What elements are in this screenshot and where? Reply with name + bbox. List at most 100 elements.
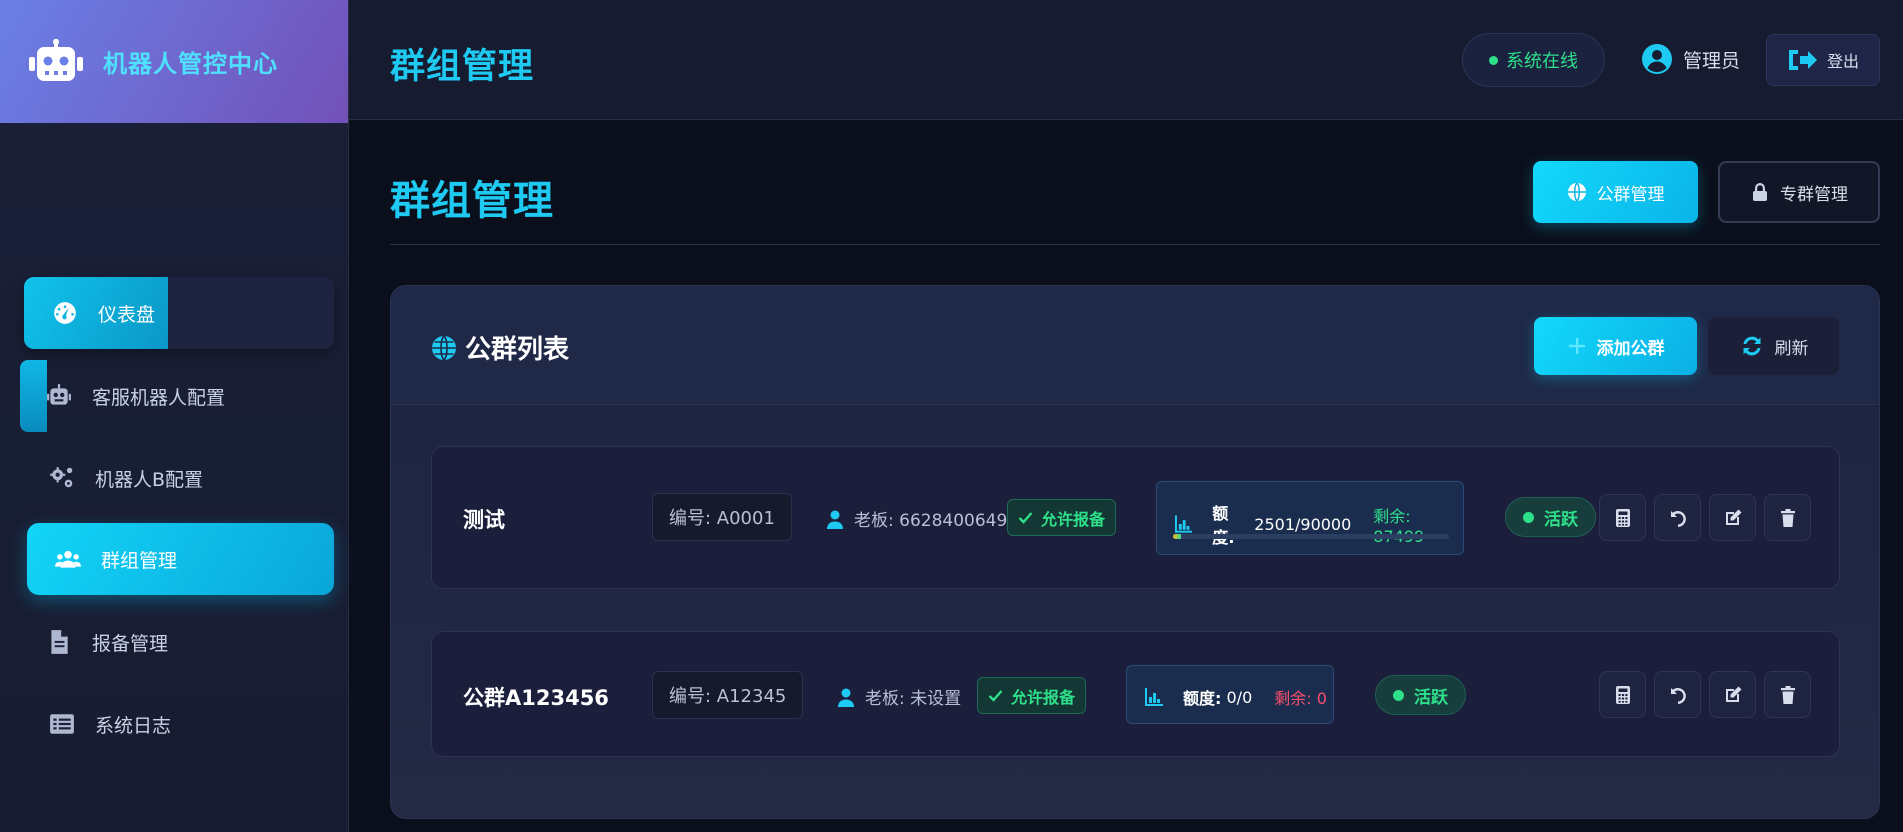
robot-icon — [45, 382, 73, 410]
sign-out-icon — [1788, 50, 1817, 70]
edit-icon — [1725, 686, 1741, 702]
list-icon — [48, 710, 76, 738]
lock-icon — [1753, 183, 1767, 201]
topbar-title: 群组管理 — [390, 47, 535, 87]
card-title: 公群列表 — [431, 329, 569, 366]
sidebar-item-label: 仪表盘 — [98, 303, 156, 326]
sidebar-item-logs[interactable]: 系统日志 — [48, 706, 171, 742]
group-name: 公群A123456 — [463, 686, 609, 710]
calculator-icon — [1615, 685, 1630, 704]
group-boss: 老板: 未设置 — [837, 684, 961, 709]
status-badge-text: 活跃 — [1544, 509, 1578, 530]
sidebar: 机器人管控中心 仪表盘 客服机器人配置 机器人B配置 群组管理 报备管理 系统日… — [0, 0, 349, 832]
sidebar-item-robot-b[interactable]: 机器人B配置 — [48, 460, 203, 496]
card-header: 公群列表 添加公群 刷新 — [391, 286, 1879, 405]
edit-icon — [1725, 509, 1741, 525]
group-code: 编号: A12345 — [652, 671, 804, 719]
logout-button[interactable]: 登出 — [1766, 34, 1880, 86]
quota-label: 额度: — [1183, 689, 1222, 708]
quota-box: 额度: 0/0 剩余: 0 — [1126, 665, 1334, 724]
plus-icon — [1568, 338, 1585, 354]
check-icon — [988, 690, 1003, 702]
user-menu[interactable]: 管理员 — [1641, 43, 1740, 75]
allow-report-badge: 允许报备 — [977, 677, 1087, 714]
public-group-card: 公群列表 添加公群 刷新 测试 编号: A0001 老板: 6628400649 — [390, 285, 1880, 819]
system-status-badge: 系统在线 — [1462, 33, 1605, 87]
user-circle-icon — [1642, 44, 1672, 74]
group-name: 测试 — [463, 508, 505, 532]
status-text: 系统在线 — [1506, 51, 1578, 72]
gauge-icon — [51, 299, 79, 327]
robot-icon — [29, 38, 83, 81]
users-icon — [54, 545, 82, 573]
topbar: 群组管理 系统在线 管理员 登出 — [349, 0, 1903, 120]
sidebar-item-label: 群组管理 — [101, 549, 178, 572]
header-divider — [390, 244, 1880, 245]
group-boss-text: 老板: 未设置 — [865, 689, 962, 709]
brand-header: 机器人管控中心 — [0, 0, 348, 123]
page-title: 群组管理 — [390, 178, 554, 224]
add-public-group-button[interactable]: 添加公群 — [1534, 317, 1697, 375]
status-badge: 活跃 — [1375, 675, 1466, 715]
sidebar-item-groups[interactable]: 群组管理 — [27, 523, 334, 595]
brand-title: 机器人管控中心 — [103, 50, 278, 78]
delete-button[interactable] — [1764, 671, 1811, 718]
delete-button[interactable] — [1764, 494, 1811, 541]
status-dot-icon — [1393, 689, 1404, 701]
quota-remain: 剩余: 0 — [1274, 689, 1327, 708]
reset-button[interactable] — [1654, 494, 1701, 541]
quota-label: 额度: — [1212, 504, 1234, 547]
refresh-button[interactable]: 刷新 — [1708, 317, 1839, 375]
globe-icon — [432, 334, 456, 361]
user-name: 管理员 — [1683, 49, 1741, 72]
quota-remain: 剩余: 87499 — [1373, 506, 1424, 546]
sidebar-item-reports[interactable]: 报备管理 — [45, 624, 168, 660]
quota-value: 0/0 — [1226, 687, 1253, 707]
private-group-tab-button[interactable]: 专群管理 — [1718, 161, 1880, 223]
sidebar-item-cs-robot[interactable]: 客服机器人配置 — [20, 360, 330, 432]
user-icon — [838, 688, 854, 707]
group-boss: 老板: 6628400649 — [826, 506, 1007, 531]
allow-report-text: 允许报备 — [1011, 687, 1076, 707]
quota-value: 2501/90000 — [1254, 514, 1352, 534]
group-code: 编号: A0001 — [652, 493, 792, 541]
private-group-tab-label: 专群管理 — [1780, 184, 1848, 205]
group-row: 公群A123456 编号: A12345 老板: 未设置 允许报备 额度: 0/… — [431, 631, 1840, 757]
calculator-icon — [1615, 508, 1630, 527]
edit-button[interactable] — [1709, 671, 1756, 718]
user-icon — [827, 510, 843, 529]
chart-bar-icon — [1175, 515, 1193, 533]
refresh-icon — [1743, 336, 1760, 356]
quota-box: 额度: 2501/90000 剩余: 87499 — [1156, 481, 1464, 555]
refresh-label: 刷新 — [1774, 338, 1809, 359]
status-badge-text: 活跃 — [1414, 687, 1448, 708]
quota-progress-fill — [1173, 534, 1181, 539]
allow-report-text: 允许报备 — [1041, 509, 1106, 529]
public-group-tab-button[interactable]: 公群管理 — [1533, 161, 1698, 223]
gears-icon — [48, 464, 76, 492]
group-row: 测试 编号: A0001 老板: 6628400649 允许报备 额度: 250… — [431, 446, 1840, 589]
public-group-tab-label: 公群管理 — [1596, 184, 1665, 205]
undo-icon — [1670, 687, 1686, 704]
status-dot-icon — [1489, 55, 1498, 65]
group-boss-text: 老板: 6628400649 — [854, 511, 1008, 531]
chart-bar-icon — [1145, 688, 1163, 706]
globe-icon — [1567, 182, 1586, 202]
add-public-group-label: 添加公群 — [1596, 338, 1665, 359]
card-title-text: 公群列表 — [465, 335, 570, 365]
calculator-button[interactable] — [1599, 494, 1646, 541]
sidebar-item-dashboard[interactable]: 仪表盘 — [24, 277, 334, 349]
calculator-button[interactable] — [1599, 671, 1646, 718]
status-badge: 活跃 — [1505, 497, 1596, 537]
sidebar-item-label: 系统日志 — [95, 714, 172, 737]
sidebar-item-label: 报备管理 — [92, 632, 169, 655]
edit-button[interactable] — [1709, 494, 1756, 541]
reset-button[interactable] — [1654, 671, 1701, 718]
logout-label: 登出 — [1826, 52, 1859, 71]
quota-progress-bar — [1173, 534, 1449, 539]
file-icon — [45, 628, 73, 656]
allow-report-badge: 允许报备 — [1007, 499, 1117, 536]
sidebar-item-label: 机器人B配置 — [95, 468, 204, 491]
trash-icon — [1780, 508, 1795, 527]
status-dot-icon — [1523, 511, 1534, 523]
